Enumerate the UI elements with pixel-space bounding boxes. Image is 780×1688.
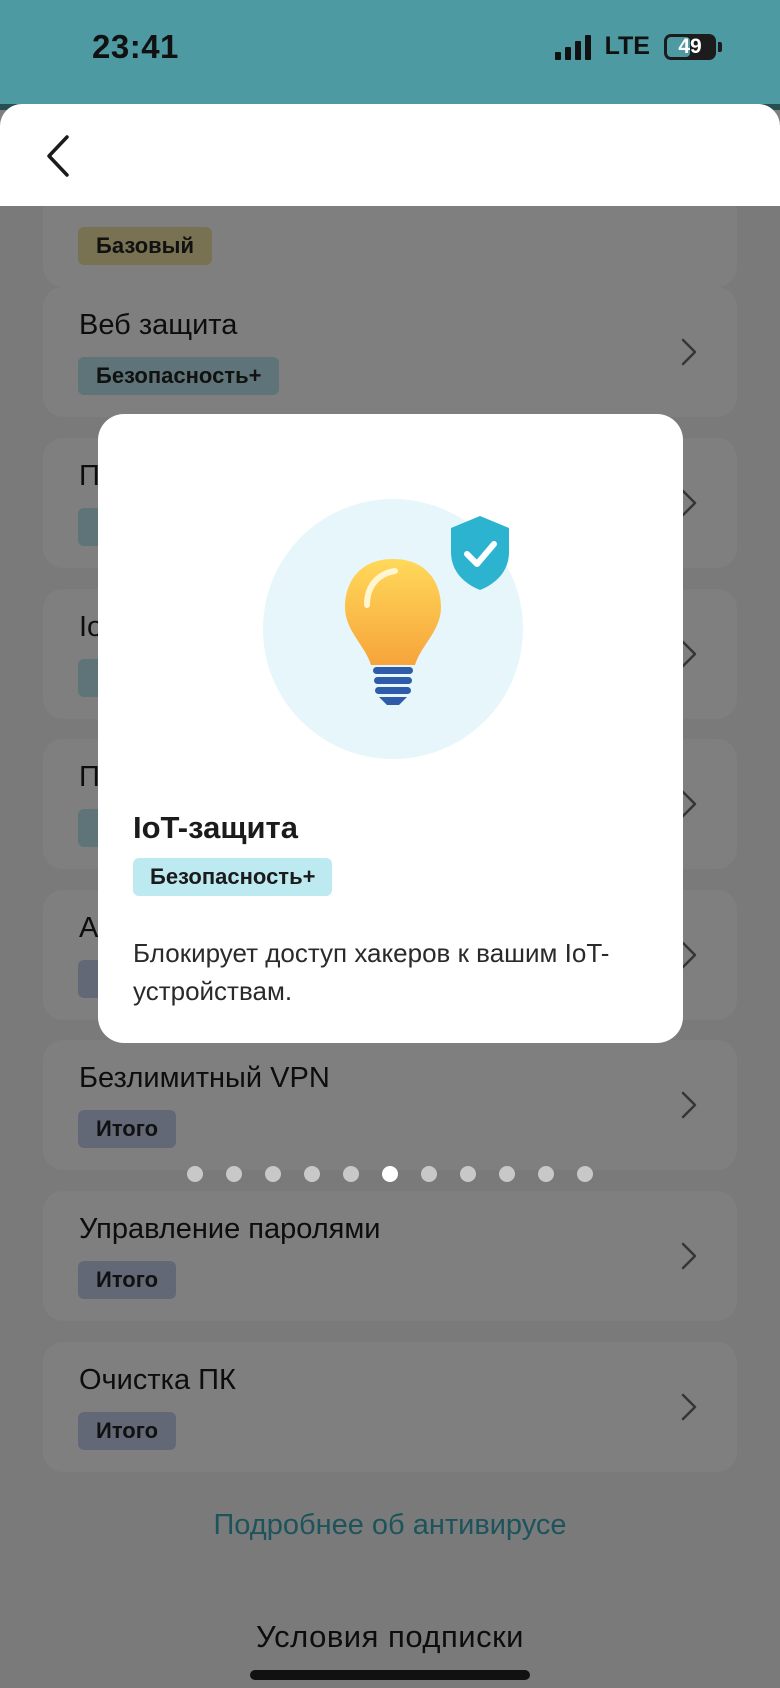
page-dot[interactable] [187, 1166, 203, 1182]
back-button[interactable] [36, 132, 80, 180]
feature-dialog: IoT-защита Безопасность+ Блокирует досту… [98, 414, 683, 1043]
page-dot[interactable] [226, 1166, 242, 1182]
page-indicator [0, 1166, 780, 1182]
chevron-left-icon [47, 135, 69, 177]
page-dot[interactable] [538, 1166, 554, 1182]
shield-check-icon [451, 516, 509, 590]
dialog-badge: Безопасность+ [133, 858, 333, 896]
battery-icon: 49 [664, 33, 716, 60]
network-type: LTE [604, 32, 650, 60]
page-dot[interactable] [421, 1166, 437, 1182]
signal-icon [554, 34, 591, 60]
home-indicator[interactable] [250, 1670, 530, 1680]
page-dot[interactable] [460, 1166, 476, 1182]
page-dot[interactable] [382, 1166, 398, 1182]
status-time: 23:41 [92, 28, 179, 65]
page-dot[interactable] [343, 1166, 359, 1182]
dialog-title: IoT-защита [133, 810, 298, 845]
dialog-description: Блокирует доступ хакеров к вашим IoT-уст… [133, 938, 610, 1006]
page-dot[interactable] [265, 1166, 281, 1182]
sheet-header [0, 104, 780, 206]
page-dot[interactable] [304, 1166, 320, 1182]
status-indicators: LTE 49 [554, 32, 722, 61]
status-bar: 23:41 LTE 49 [0, 0, 780, 110]
page-dot[interactable] [499, 1166, 515, 1182]
battery-percent: 49 [678, 34, 702, 58]
battery-tip [718, 41, 722, 52]
page-dot[interactable] [577, 1166, 593, 1182]
